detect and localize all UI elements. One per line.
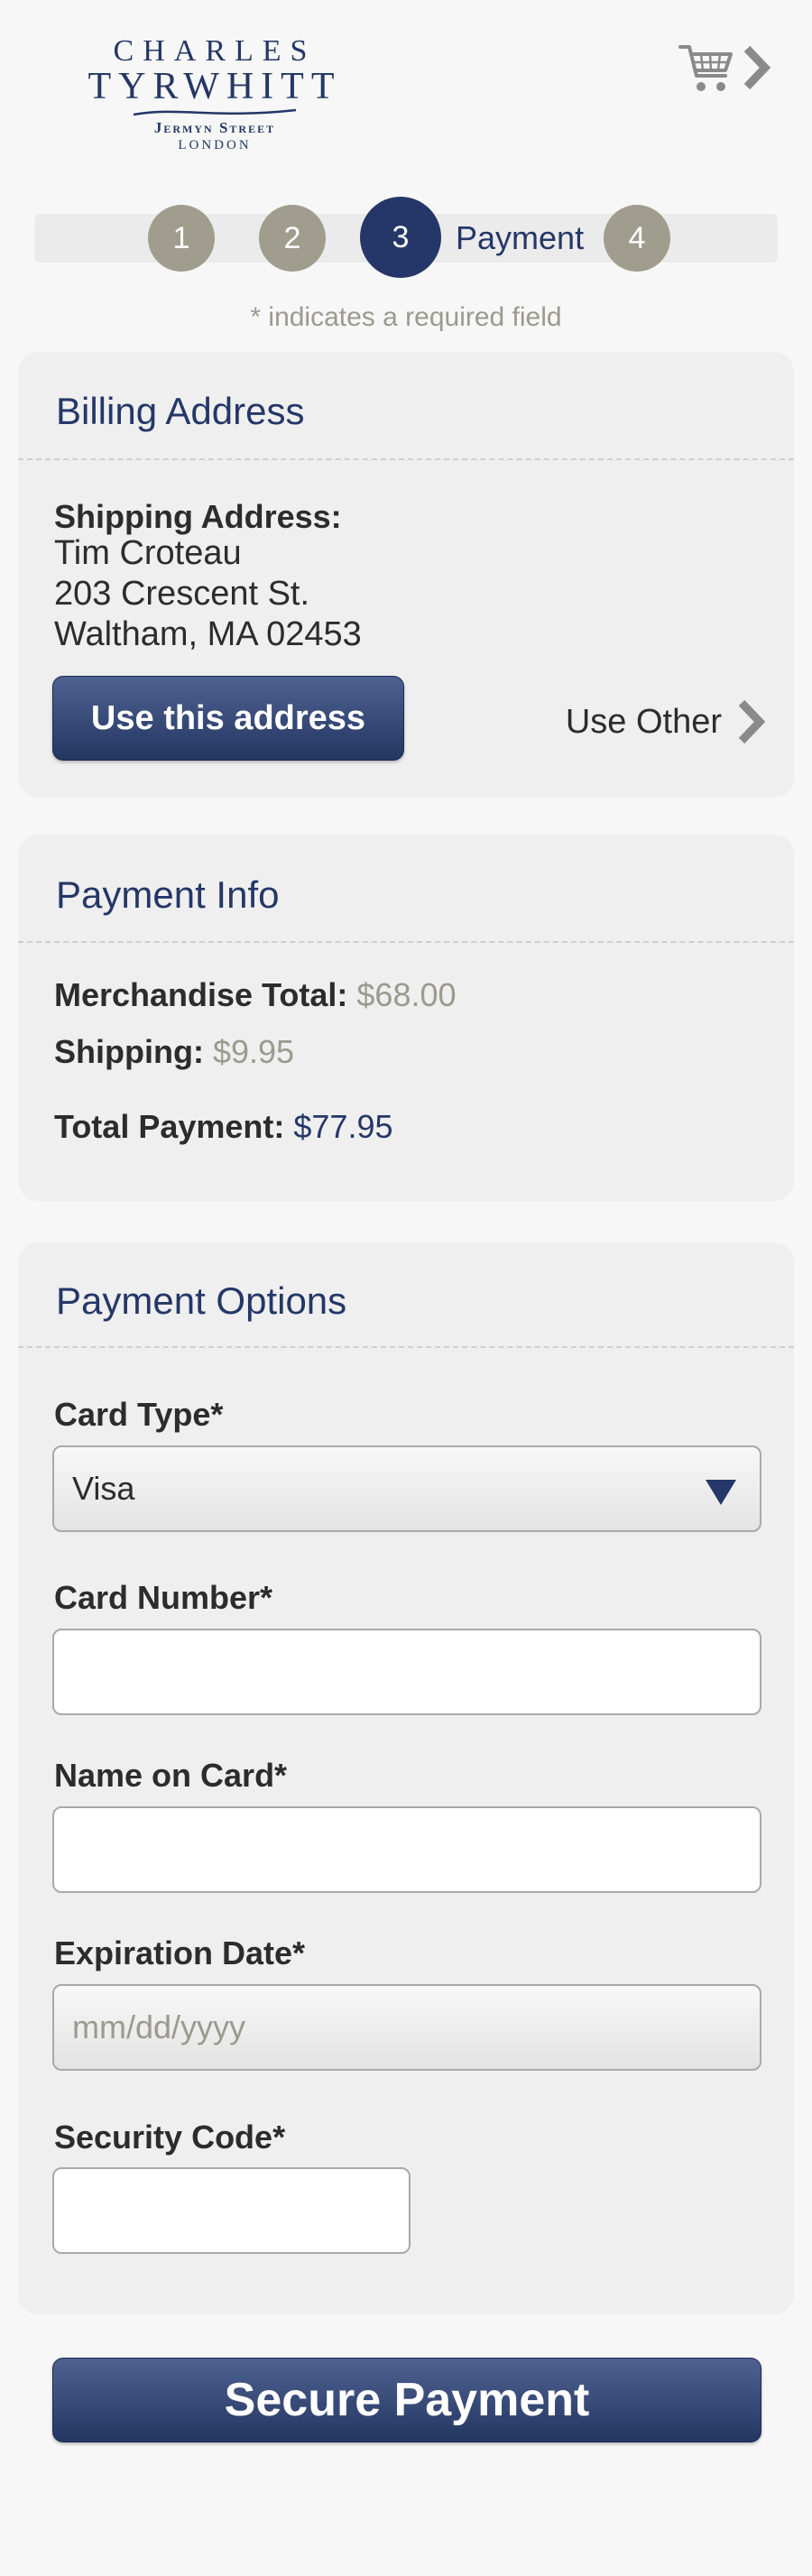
brand-line-3: Jermyn Street <box>153 119 276 136</box>
billing-divider <box>18 458 794 460</box>
required-field-note: * indicates a required field <box>250 302 562 332</box>
total-payment-label: Total Payment: <box>54 1108 285 1145</box>
brand-line-4: LONDON <box>178 138 252 152</box>
name-on-card-label: Name on Card* <box>54 1757 288 1794</box>
shipping-label: Shipping: <box>54 1033 204 1070</box>
step-2[interactable]: 2 <box>259 205 326 272</box>
brand-line-1: CHARLES <box>113 34 317 68</box>
brand-logo[interactable]: CHARLES TYRWHITT Jermyn Street LONDON <box>43 36 386 153</box>
dropdown-arrow-icon <box>706 1480 736 1505</box>
merchandise-total-label: Merchandise Total: <box>54 976 348 1013</box>
use-other-address-link[interactable]: Use Other <box>566 697 767 746</box>
current-step-label: Payment <box>456 219 585 256</box>
merchandise-total-value: $68.00 <box>356 976 457 1013</box>
payment-options-card: Payment Options Card Type* Visa Card Num… <box>18 1242 794 2314</box>
cart-button[interactable] <box>678 40 772 96</box>
use-this-address-button[interactable]: Use this address <box>52 676 404 761</box>
payment-info-divider <box>18 941 794 943</box>
payment-info-card: Payment Info Merchandise Total: $68.00 S… <box>18 835 794 1201</box>
expiration-date-label: Expiration Date* <box>54 1934 306 1971</box>
merchandise-total-row: Merchandise Total: $68.00 <box>54 976 457 1014</box>
total-payment-row: Total Payment: $77.95 <box>54 1108 393 1146</box>
billing-address-card: Billing Address Shipping Address: Tim Cr… <box>18 352 794 798</box>
step-4: 4 <box>604 205 670 272</box>
shipping-value: $9.95 <box>212 1033 295 1070</box>
address-name: Tim Croteau <box>54 534 242 572</box>
card-type-select[interactable]: Visa <box>52 1445 761 1532</box>
card-number-input[interactable] <box>52 1629 761 1715</box>
card-type-label: Card Type* <box>54 1396 224 1433</box>
chevron-right-icon <box>743 45 771 90</box>
name-on-card-input[interactable] <box>52 1806 761 1893</box>
card-type-value: Visa <box>72 1470 135 1507</box>
brand-line-2: TYRWHITT <box>88 66 342 107</box>
expiration-date-placeholder: mm/dd/yyyy <box>72 2008 246 2045</box>
payment-options-title: Payment Options <box>56 1279 347 1322</box>
expiration-date-input[interactable]: mm/dd/yyyy <box>52 1984 761 2071</box>
chevron-right-icon <box>738 699 766 744</box>
security-code-label: Security Code* <box>54 2119 286 2156</box>
step-1[interactable]: 1 <box>148 205 215 272</box>
total-payment-value: $77.95 <box>293 1108 393 1145</box>
shopping-cart-icon <box>678 45 733 91</box>
secure-payment-button[interactable]: Secure Payment <box>52 2358 761 2442</box>
logo-swash-icon <box>133 108 297 116</box>
security-code-input[interactable] <box>52 2167 411 2254</box>
card-number-label: Card Number* <box>54 1579 273 1616</box>
step-3-current: 3 <box>360 197 441 278</box>
billing-title: Billing Address <box>56 390 305 432</box>
address-street: 203 Crescent St. <box>54 575 310 613</box>
shipping-row: Shipping: $9.95 <box>54 1033 294 1071</box>
use-other-label: Use Other <box>565 702 722 741</box>
payment-info-title: Payment Info <box>56 873 280 916</box>
payment-options-divider <box>18 1346 794 1348</box>
shipping-address-heading: Shipping Address: <box>54 498 342 535</box>
address-city: Waltham, MA 02453 <box>54 615 362 653</box>
